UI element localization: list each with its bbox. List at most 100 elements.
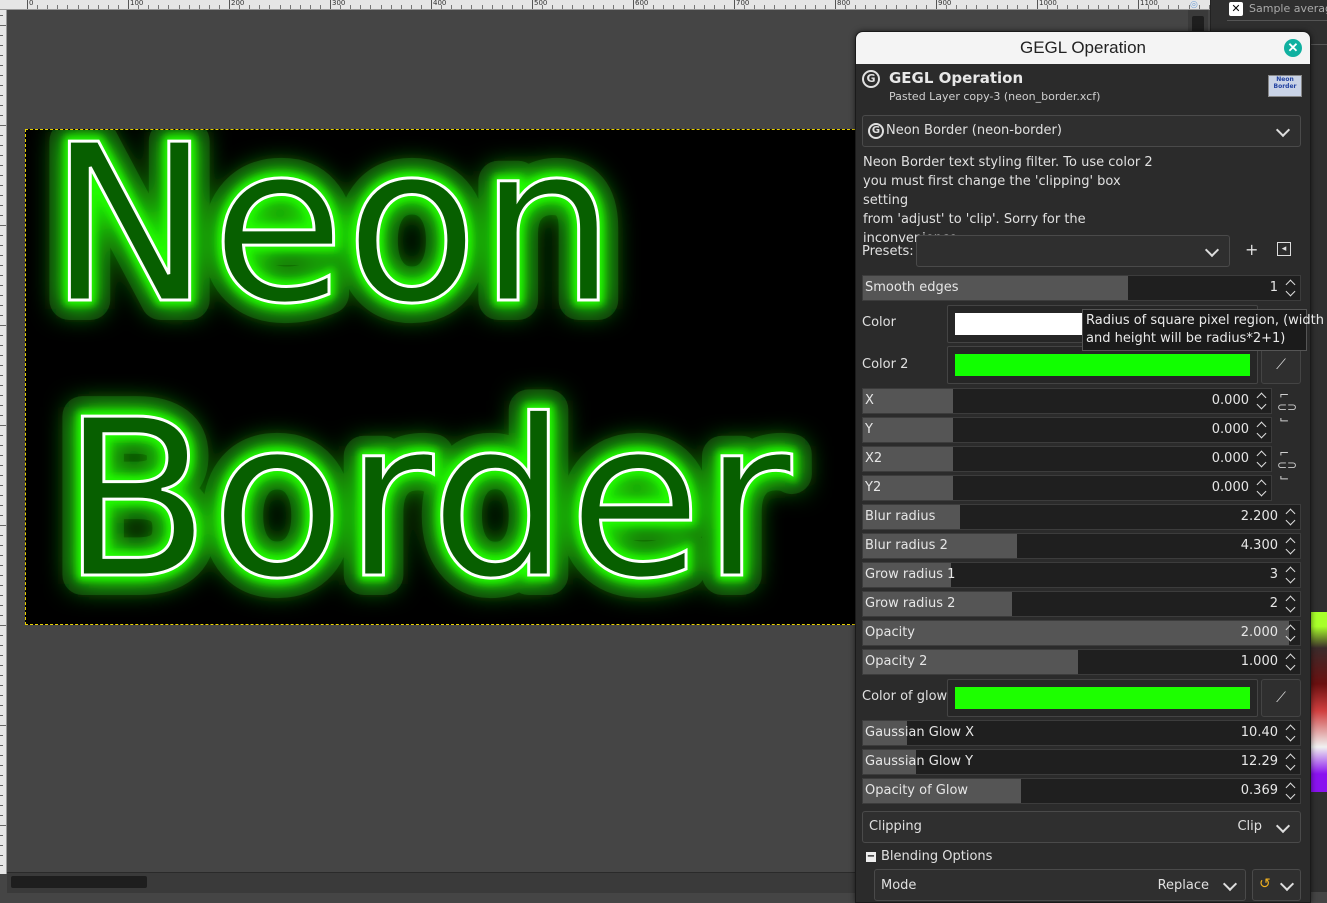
chevron-down-icon (1279, 876, 1295, 892)
ruler-minor-tick (117, 5, 119, 9)
image-canvas[interactable]: Neon Border Neon Border Neon Border Neon… (25, 129, 870, 625)
text-core-line1: Neon (48, 130, 617, 352)
ruler-minor-tick (622, 5, 624, 9)
ruler-minor-tick (269, 5, 271, 9)
ruler-minor-tick (612, 5, 614, 9)
ruler-tick (0, 685, 3, 686)
ruler-tick (0, 245, 3, 246)
ruler-minor-tick (188, 5, 190, 9)
vertical-ruler[interactable] (0, 10, 7, 874)
eyedropper-icon: ⟋ (1276, 690, 1286, 706)
spinner-arrows[interactable] (1285, 564, 1297, 586)
spinner-arrows[interactable] (1285, 535, 1297, 557)
slider-x[interactable]: X 0.000 (862, 388, 1272, 414)
ruler-tick (0, 15, 3, 16)
spinner-arrows[interactable] (1285, 277, 1297, 299)
spinner-arrows[interactable] (1285, 506, 1297, 528)
clipping-label: Clipping (869, 819, 922, 834)
blending-options-label[interactable]: Blending Options (881, 849, 992, 864)
ruler-tick (532, 0, 533, 9)
glow-color-button[interactable] (947, 679, 1258, 717)
ruler-minor-tick (138, 5, 140, 9)
slider-y[interactable]: Y 0.000 (862, 417, 1272, 443)
slider-value: 2 (1269, 596, 1278, 611)
dialog-titlebar[interactable]: GEGL Operation ✕ (856, 32, 1310, 64)
dialog-close-button[interactable]: ✕ (1284, 39, 1302, 57)
ruler-minor-tick (1026, 5, 1028, 9)
ruler-minor-tick (57, 5, 59, 9)
ruler-tick (0, 455, 3, 456)
slider-blur-radius[interactable]: Blur radius 2.200 (862, 504, 1301, 530)
operation-description: Neon Border text styling filter. To use … (863, 153, 1163, 248)
color2-label: Color 2 (862, 357, 909, 372)
ruler-minor-tick (380, 5, 382, 9)
slider-opacity[interactable]: Opacity 2.000 (862, 620, 1301, 646)
slider-grow-radius-2[interactable]: Grow radius 2 2 (862, 591, 1301, 617)
spinner-arrows[interactable] (1256, 448, 1268, 470)
ruler-minor-tick (340, 5, 342, 9)
color2-button[interactable] (947, 346, 1258, 384)
horizontal-ruler[interactable]: 0 100 200 300 400 500 600 700 800 900 1000 1100 (0, 0, 1230, 10)
ruler-tick (0, 375, 3, 376)
mode-reset-button[interactable]: ↺ (1252, 869, 1301, 901)
ruler-tick (0, 315, 3, 316)
eyedropper-icon: ⟋ (1276, 357, 1286, 373)
ruler-minor-tick (491, 5, 493, 9)
ruler-minor-tick (946, 5, 948, 9)
spinner-arrows[interactable] (1285, 622, 1297, 644)
ruler-tick (0, 545, 3, 546)
spinner-arrows[interactable] (1285, 780, 1297, 802)
ruler-minor-tick (239, 5, 241, 9)
color2-picker-button[interactable]: ⟋ (1261, 346, 1301, 384)
ruler-label: 300 (332, 0, 346, 7)
ruler-minor-tick (259, 5, 261, 9)
slider-label: Grow radius 1 (865, 567, 956, 582)
horizontal-scroll-thumb[interactable] (11, 876, 147, 888)
presets-menu-icon[interactable]: ◂ (1277, 242, 1291, 256)
ruler-minor-tick (754, 5, 756, 9)
ruler-tick (0, 195, 3, 196)
ruler-minor-tick (360, 5, 362, 9)
slider-gaussian-glow-x[interactable]: Gaussian Glow X 10.40 (862, 720, 1301, 746)
spinner-arrows[interactable] (1285, 722, 1297, 744)
slider-y2[interactable]: Y2 0.000 (862, 475, 1272, 501)
glow-color-picker-button[interactable]: ⟋ (1261, 679, 1301, 717)
ruler-minor-tick (441, 5, 443, 9)
navigate-icon[interactable]: ◎ (1190, 0, 1200, 10)
chain-link-icon[interactable]: ⌐ ⊂⊃ ⌙ (1277, 389, 1297, 425)
chain-link-icon[interactable]: ⌐ ⊂⊃ ⌙ (1277, 447, 1297, 483)
blending-collapse-toggle[interactable]: − (866, 852, 876, 862)
ruler-tick (0, 255, 3, 256)
close-icon[interactable]: ✕ (1229, 2, 1243, 16)
spinner-arrows[interactable] (1256, 390, 1268, 412)
ruler-label: 200 (231, 0, 245, 7)
spinner-arrows[interactable] (1285, 651, 1297, 673)
ruler-minor-tick (986, 5, 988, 9)
ruler-tick (0, 655, 3, 656)
tooltip-line: and height will be radius*2+1) (1086, 331, 1286, 346)
ruler-minor-tick (824, 5, 826, 9)
spinner-arrows[interactable] (1285, 593, 1297, 615)
spinner-arrows[interactable] (1256, 477, 1268, 499)
ruler-minor-tick (1067, 5, 1069, 9)
spinner-arrows[interactable] (1256, 419, 1268, 441)
clipping-dropdown[interactable]: Clipping Clip (862, 811, 1301, 843)
mode-dropdown[interactable]: Mode Replace (874, 869, 1246, 901)
ruler-minor-tick (814, 5, 816, 9)
smooth-edges-slider[interactable]: Smooth edges 1 (862, 275, 1301, 301)
slider-blur-radius-2[interactable]: Blur radius 2 4.300 (862, 533, 1301, 559)
slider-gaussian-glow-y[interactable]: Gaussian Glow Y 12.29 (862, 749, 1301, 775)
spinner-arrows[interactable] (1285, 751, 1297, 773)
ruler-tick (0, 745, 3, 746)
slider-opacity-of-glow[interactable]: Opacity of Glow 0.369 (862, 778, 1301, 804)
slider-label: Blur radius (865, 509, 936, 524)
ruler-minor-tick (552, 5, 554, 9)
slider-x2[interactable]: X2 0.000 (862, 446, 1272, 472)
operation-dropdown[interactable]: G Neon Border (neon-border) (862, 115, 1301, 147)
slider-opacity-2[interactable]: Opacity 2 1.000 (862, 649, 1301, 675)
add-preset-icon[interactable]: + (1245, 240, 1258, 259)
ruler-label: 100 (130, 0, 144, 7)
slider-grow-radius-1[interactable]: Grow radius 1 3 (862, 562, 1301, 588)
ruler-minor-tick (855, 5, 857, 9)
presets-dropdown[interactable] (916, 235, 1230, 267)
